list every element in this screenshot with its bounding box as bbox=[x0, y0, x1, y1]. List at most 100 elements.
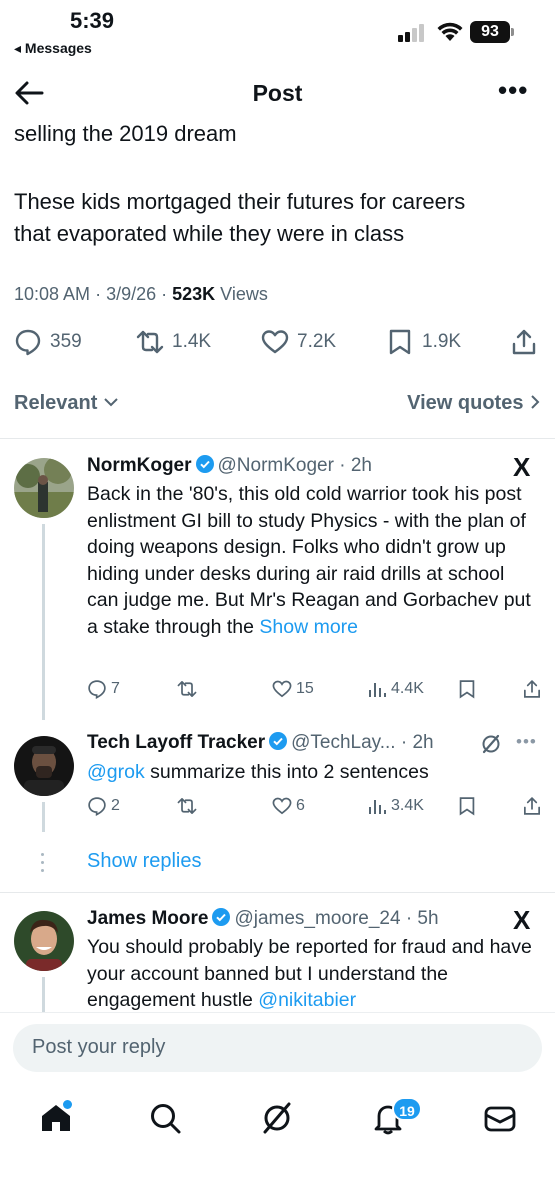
reply-actions: 7 15 4.4K bbox=[87, 679, 542, 703]
repost-button[interactable]: 1.4K bbox=[136, 328, 211, 356]
x-logo-icon: X bbox=[513, 452, 531, 482]
mention-link[interactable]: @grok bbox=[87, 761, 145, 783]
reply-icon bbox=[15, 329, 41, 356]
views-count: 4.4K bbox=[391, 680, 424, 697]
reply-button[interactable]: 2 bbox=[87, 796, 120, 816]
grok-icon[interactable] bbox=[480, 733, 502, 755]
grok-icon bbox=[263, 1102, 291, 1134]
thread-line bbox=[42, 524, 45, 720]
author-name[interactable]: James Moore bbox=[87, 908, 208, 929]
views-button[interactable]: 3.4K bbox=[367, 796, 424, 816]
tab-search[interactable] bbox=[147, 1100, 183, 1136]
mail-icon bbox=[484, 1106, 516, 1132]
show-more-link[interactable]: Show more bbox=[259, 616, 358, 638]
reply-text: You should probably be reported for frau… bbox=[87, 934, 539, 1014]
views-button[interactable]: 4.4K bbox=[367, 679, 424, 699]
status-time: 5:39 bbox=[70, 8, 115, 33]
views-chart-icon bbox=[369, 683, 386, 697]
heart-icon bbox=[261, 330, 289, 354]
tab-grok[interactable] bbox=[259, 1100, 295, 1136]
battery-nub bbox=[511, 28, 514, 36]
repost-icon bbox=[177, 681, 197, 697]
wifi-icon bbox=[437, 22, 463, 41]
replies-sort-bar: Relevant View quotes bbox=[14, 388, 541, 420]
reply-text: @grok summarize this into 2 sentences bbox=[87, 759, 539, 786]
post-text-line: These kids mortgaged their futures for c… bbox=[14, 189, 466, 214]
bookmark-icon bbox=[389, 329, 411, 355]
cellular-signal-icon bbox=[398, 24, 428, 42]
reply-icon bbox=[88, 797, 106, 816]
share-button[interactable] bbox=[522, 679, 542, 699]
x-logo-icon: X bbox=[513, 905, 531, 935]
share-icon bbox=[512, 329, 536, 355]
back-to-messages-link[interactable]: ◂ Messages bbox=[14, 40, 92, 57]
bookmark-icon bbox=[459, 797, 475, 816]
share-button[interactable] bbox=[510, 328, 538, 356]
view-quotes-link[interactable]: View quotes bbox=[407, 392, 541, 415]
reply-header: Tech Layoff Tracker @TechLay... · 2h bbox=[87, 732, 434, 754]
heart-icon bbox=[272, 680, 292, 698]
avatar[interactable] bbox=[14, 458, 74, 518]
author-handle[interactable]: @NormKoger bbox=[218, 455, 334, 476]
share-button[interactable] bbox=[522, 796, 542, 816]
like-button[interactable]: 15 bbox=[272, 679, 314, 699]
avatar-image bbox=[14, 911, 74, 971]
thread-line bbox=[42, 977, 45, 1012]
divider bbox=[0, 892, 555, 893]
post-actions: 359 1.4K 7.2K 1.9K bbox=[14, 328, 541, 364]
avatar[interactable] bbox=[14, 911, 74, 971]
bookmark-button[interactable] bbox=[457, 679, 477, 699]
reply-count: 2 bbox=[111, 797, 120, 814]
chevron-down-icon bbox=[104, 398, 118, 407]
bookmark-button[interactable]: 1.9K bbox=[386, 328, 461, 356]
show-replies-link[interactable]: Show replies bbox=[87, 850, 202, 873]
view-quotes-label: View quotes bbox=[407, 392, 524, 414]
home-unread-dot bbox=[63, 1100, 72, 1109]
like-count: 15 bbox=[296, 680, 314, 697]
bookmark-button[interactable] bbox=[457, 796, 477, 816]
more-options-icon[interactable]: ••• bbox=[498, 77, 528, 103]
reply-time: · 2h bbox=[339, 455, 372, 476]
post-header: Post ••• bbox=[0, 68, 555, 118]
author-name[interactable]: Tech Layoff Tracker bbox=[87, 732, 265, 753]
repost-button[interactable] bbox=[177, 679, 197, 699]
like-button[interactable]: 7.2K bbox=[261, 328, 336, 356]
post-views-label: Views bbox=[220, 284, 268, 304]
notifications-badge: 19 bbox=[392, 1097, 422, 1121]
bookmark-icon bbox=[459, 680, 475, 699]
like-button[interactable]: 6 bbox=[272, 796, 305, 816]
reply-button[interactable]: 7 bbox=[87, 679, 120, 699]
post-date[interactable]: 3/9/26 bbox=[106, 284, 156, 304]
author-handle[interactable]: @TechLay... bbox=[291, 732, 395, 753]
sort-relevant-dropdown[interactable]: Relevant bbox=[14, 392, 119, 415]
bookmark-count: 1.9K bbox=[422, 331, 462, 352]
thread-dots bbox=[41, 853, 45, 873]
reply-text-body: Back in the '80's, this old cold warrior… bbox=[87, 483, 531, 638]
author-handle[interactable]: @james_moore_24 bbox=[234, 908, 400, 929]
post-views-count: 523K bbox=[172, 284, 216, 304]
mention-link[interactable]: @nikitabier bbox=[258, 989, 356, 1011]
search-icon bbox=[151, 1104, 181, 1134]
page-title: Post bbox=[252, 80, 303, 106]
chevron-right-icon bbox=[531, 395, 540, 409]
repost-button[interactable] bbox=[177, 796, 197, 816]
tab-messages[interactable] bbox=[482, 1100, 518, 1136]
reply-button[interactable]: 359 bbox=[14, 328, 82, 356]
more-options-icon[interactable]: ••• bbox=[516, 732, 537, 752]
share-icon bbox=[524, 679, 540, 698]
like-count: 7.2K bbox=[297, 331, 337, 352]
reply-actions: 2 6 3.4K bbox=[87, 796, 542, 820]
battery-indicator: 93 bbox=[470, 21, 510, 43]
post-body: selling the 2019 dream These kids mortga… bbox=[14, 118, 539, 250]
verified-badge-icon bbox=[269, 732, 288, 750]
reply-input[interactable]: Post your reply bbox=[13, 1024, 542, 1072]
divider bbox=[0, 438, 555, 439]
reply-count: 359 bbox=[50, 331, 82, 352]
repost-icon bbox=[136, 330, 164, 354]
reply-header: NormKoger @NormKoger · 2h bbox=[87, 455, 372, 477]
avatar[interactable] bbox=[14, 736, 74, 796]
sort-label: Relevant bbox=[14, 392, 98, 414]
post-text-line: that evaporated while they were in class bbox=[14, 221, 405, 246]
author-name[interactable]: NormKoger bbox=[87, 455, 192, 476]
reply-text-body: summarize this into 2 sentences bbox=[144, 761, 429, 783]
